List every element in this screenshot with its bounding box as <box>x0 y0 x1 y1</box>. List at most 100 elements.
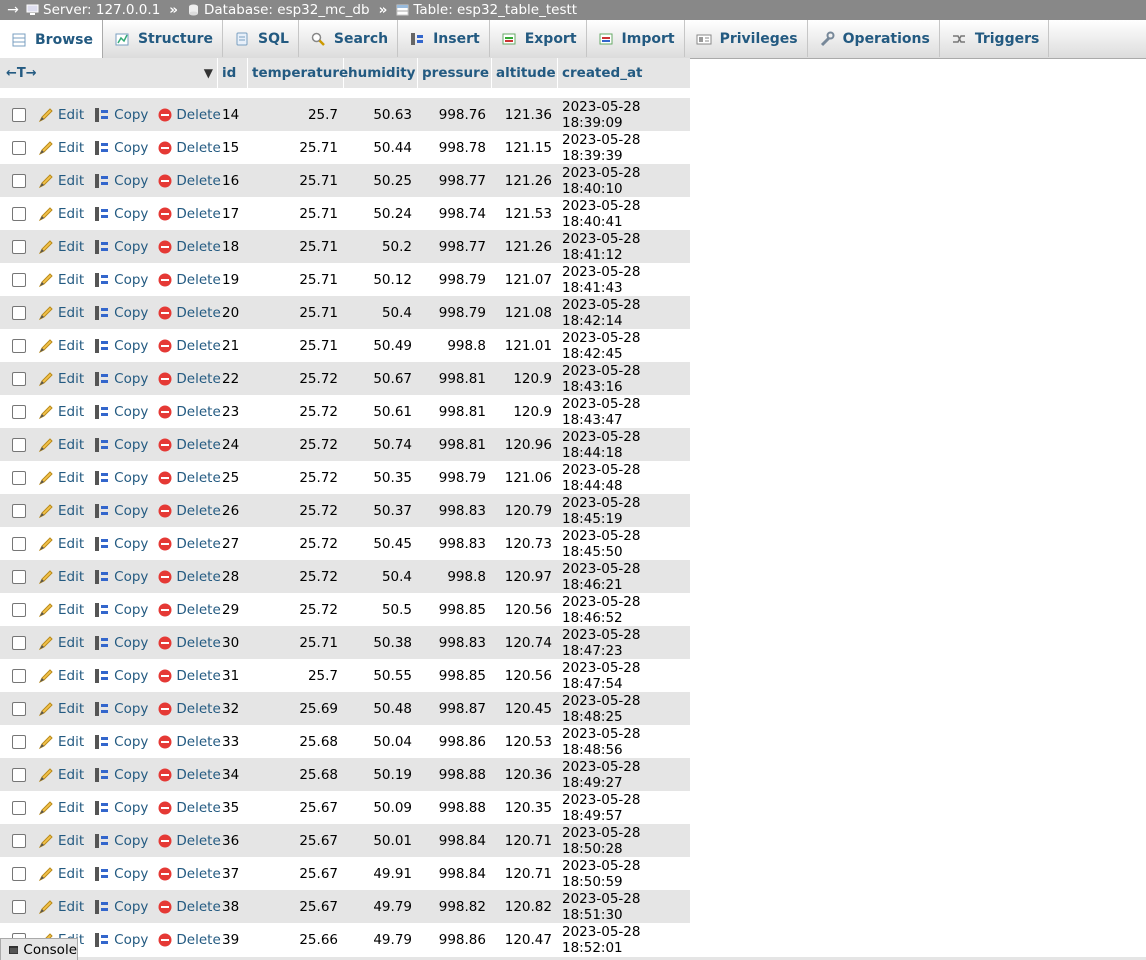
delete-button[interactable]: Delete <box>158 206 221 222</box>
row-checkbox[interactable] <box>12 800 26 815</box>
copy-button[interactable]: Copy <box>94 602 148 618</box>
delete-button[interactable]: Delete <box>158 470 221 486</box>
tab-search[interactable]: Search <box>299 20 399 57</box>
row-checkbox[interactable] <box>12 536 26 551</box>
row-checkbox[interactable] <box>12 767 26 782</box>
copy-button[interactable]: Copy <box>94 140 148 156</box>
tab-sql[interactable]: SQL <box>223 20 299 57</box>
row-checkbox[interactable] <box>12 899 26 914</box>
row-checkbox[interactable] <box>12 470 26 485</box>
row-checkbox[interactable] <box>12 239 26 254</box>
delete-button[interactable]: Delete <box>158 734 221 750</box>
tab-structure[interactable]: Structure <box>103 20 223 57</box>
edit-button[interactable]: Edit <box>38 899 84 915</box>
delete-button[interactable]: Delete <box>158 569 221 585</box>
copy-button[interactable]: Copy <box>94 899 148 915</box>
delete-button[interactable]: Delete <box>158 173 221 189</box>
copy-button[interactable]: Copy <box>94 239 148 255</box>
delete-button[interactable]: Delete <box>158 437 221 453</box>
edit-button[interactable]: Edit <box>38 338 84 354</box>
row-checkbox[interactable] <box>12 404 26 419</box>
copy-button[interactable]: Copy <box>94 932 148 948</box>
col-header-created-at[interactable]: created_at <box>558 58 690 88</box>
edit-button[interactable]: Edit <box>38 767 84 783</box>
row-checkbox[interactable] <box>12 635 26 650</box>
edit-button[interactable]: Edit <box>38 470 84 486</box>
row-checkbox[interactable] <box>12 272 26 287</box>
edit-button[interactable]: Edit <box>38 866 84 882</box>
delete-button[interactable]: Delete <box>158 602 221 618</box>
copy-button[interactable]: Copy <box>94 767 148 783</box>
delete-button[interactable]: Delete <box>158 536 221 552</box>
breadcrumb-table[interactable]: Table: esp32_table_testt <box>396 2 577 18</box>
delete-button[interactable]: Delete <box>158 371 221 387</box>
copy-button[interactable]: Copy <box>94 173 148 189</box>
delete-button[interactable]: Delete <box>158 932 221 948</box>
edit-button[interactable]: Edit <box>38 734 84 750</box>
copy-button[interactable]: Copy <box>94 701 148 717</box>
row-checkbox[interactable] <box>12 734 26 749</box>
edit-button[interactable]: Edit <box>38 668 84 684</box>
edit-button[interactable]: Edit <box>38 272 84 288</box>
col-header-humidity[interactable]: humidity <box>344 58 418 88</box>
copy-button[interactable]: Copy <box>94 734 148 750</box>
copy-button[interactable]: Copy <box>94 371 148 387</box>
col-header-temperature[interactable]: temperature <box>248 58 348 88</box>
copy-button[interactable]: Copy <box>94 404 148 420</box>
row-checkbox[interactable] <box>12 833 26 848</box>
back-arrow-icon[interactable]: → <box>0 2 26 18</box>
copy-button[interactable]: Copy <box>94 470 148 486</box>
console-button[interactable]: Console <box>0 938 78 960</box>
delete-button[interactable]: Delete <box>158 899 221 915</box>
copy-button[interactable]: Copy <box>94 503 148 519</box>
copy-button[interactable]: Copy <box>94 272 148 288</box>
row-checkbox[interactable] <box>12 668 26 683</box>
edit-button[interactable]: Edit <box>38 107 84 123</box>
edit-button[interactable]: Edit <box>38 239 84 255</box>
copy-button[interactable]: Copy <box>94 206 148 222</box>
row-checkbox[interactable] <box>12 437 26 452</box>
delete-button[interactable]: Delete <box>158 107 221 123</box>
delete-button[interactable]: Delete <box>158 767 221 783</box>
col-header-pressure[interactable]: pressure <box>418 58 492 88</box>
copy-button[interactable]: Copy <box>94 635 148 651</box>
copy-button[interactable]: Copy <box>94 866 148 882</box>
edit-button[interactable]: Edit <box>38 569 84 585</box>
copy-button[interactable]: Copy <box>94 833 148 849</box>
row-checkbox[interactable] <box>12 107 26 122</box>
tab-import[interactable]: Import <box>587 20 685 57</box>
tab-triggers[interactable]: Triggers <box>940 20 1050 57</box>
copy-button[interactable]: Copy <box>94 437 148 453</box>
filter-dropdown-icon[interactable]: ▼ <box>204 66 213 80</box>
row-checkbox[interactable] <box>12 206 26 221</box>
delete-button[interactable]: Delete <box>158 866 221 882</box>
delete-button[interactable]: Delete <box>158 800 221 816</box>
tab-operations[interactable]: Operations <box>808 20 940 57</box>
row-checkbox[interactable] <box>12 602 26 617</box>
row-checkbox[interactable] <box>12 305 26 320</box>
row-checkbox[interactable] <box>12 503 26 518</box>
edit-button[interactable]: Edit <box>38 140 84 156</box>
edit-button[interactable]: Edit <box>38 173 84 189</box>
tab-export[interactable]: Export <box>490 20 587 57</box>
delete-button[interactable]: Delete <box>158 239 221 255</box>
delete-button[interactable]: Delete <box>158 635 221 651</box>
edit-button[interactable]: Edit <box>38 404 84 420</box>
delete-button[interactable]: Delete <box>158 140 221 156</box>
copy-button[interactable]: Copy <box>94 569 148 585</box>
tab-privileges[interactable]: Privileges <box>685 20 808 57</box>
col-header-altitude[interactable]: altitude <box>492 58 558 88</box>
copy-button[interactable]: Copy <box>94 338 148 354</box>
delete-button[interactable]: Delete <box>158 272 221 288</box>
row-checkbox[interactable] <box>12 569 26 584</box>
row-checkbox[interactable] <box>12 338 26 353</box>
edit-button[interactable]: Edit <box>38 536 84 552</box>
edit-button[interactable]: Edit <box>38 371 84 387</box>
edit-button[interactable]: Edit <box>38 833 84 849</box>
row-checkbox[interactable] <box>12 866 26 881</box>
tab-insert[interactable]: Insert <box>398 20 490 57</box>
delete-button[interactable]: Delete <box>158 503 221 519</box>
edit-button[interactable]: Edit <box>38 437 84 453</box>
col-header-id[interactable]: id <box>218 58 248 88</box>
copy-button[interactable]: Copy <box>94 800 148 816</box>
